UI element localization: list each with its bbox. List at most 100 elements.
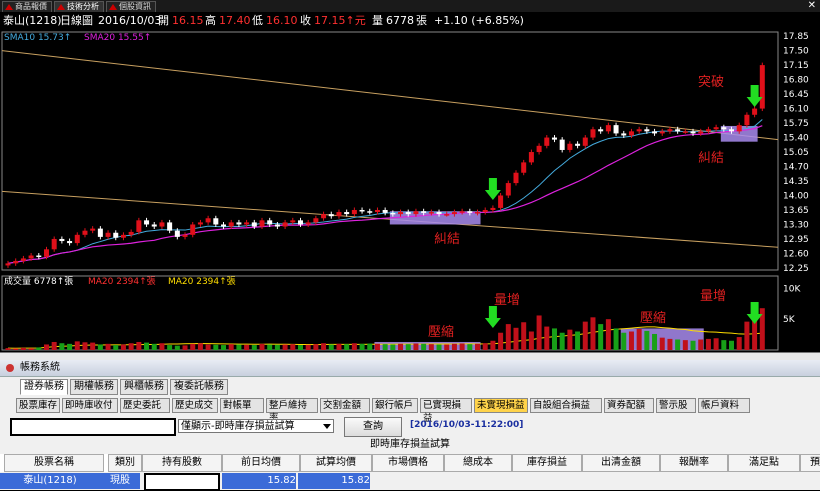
volume-bar	[228, 344, 234, 350]
tab-marker-icon	[109, 4, 117, 10]
column-header-5[interactable]: 市場價格	[372, 454, 444, 472]
query-controls: 僅顯示-即時庫存損益試算 查詢 [2016/10/03-11:22:00]	[0, 416, 820, 438]
candle-body	[36, 255, 42, 258]
view-select[interactable]: 僅顯示-即時庫存損益試算	[178, 419, 334, 433]
tab-fn-8[interactable]: 已實現損益	[420, 398, 472, 424]
close-value: 17.15↑元	[314, 14, 366, 27]
candle-body	[236, 222, 242, 225]
candle-body	[228, 222, 234, 227]
account-function-tabs: 股票庫存即時庫收付歷史委託歷史成交對帳單整戶維持率交割金額銀行帳戶已實現損益未實…	[0, 397, 820, 424]
candle-body	[536, 145, 542, 153]
volume-bar	[521, 322, 527, 350]
volume-bar	[59, 343, 65, 350]
tab-securities[interactable]: 證券帳務	[20, 379, 68, 395]
tab-fn-5[interactable]: 整戶維持率	[266, 398, 318, 424]
query-button[interactable]: 查詢	[344, 417, 402, 437]
price-tick-label: 15.05	[783, 148, 809, 158]
column-header-3[interactable]: 前日均價	[222, 454, 300, 472]
volume-bar	[82, 342, 88, 350]
volume-bar	[105, 343, 111, 350]
volume-bar	[652, 333, 658, 350]
cell-calc-avg: 15.82	[298, 473, 370, 489]
candle-body	[613, 125, 619, 134]
high-label: 高	[205, 14, 216, 27]
candle-body	[67, 241, 73, 244]
column-header-2[interactable]: 持有股數	[142, 454, 222, 472]
column-header-0[interactable]: 股票名稱	[4, 454, 104, 472]
tab-quotes[interactable]: 商品報價	[2, 1, 52, 12]
volume-bar	[36, 347, 42, 350]
column-header-10[interactable]: 滿足點	[728, 454, 800, 472]
tab-fn-7[interactable]: 銀行帳戶	[372, 398, 418, 413]
high-value: 17.40	[219, 14, 251, 27]
candle-body	[74, 234, 80, 244]
tab-futures[interactable]: 期權帳務	[70, 379, 118, 395]
volume-bar	[513, 327, 519, 350]
tab-fn-4[interactable]: 對帳單	[220, 398, 264, 413]
candle-body	[498, 195, 504, 208]
price-pane-frame	[1, 31, 779, 271]
tab-futures-label: 期權帳務	[74, 381, 114, 392]
legend-volume: 成交量 6778↑張	[4, 275, 73, 287]
column-header-7[interactable]: 庫存損益	[512, 454, 582, 472]
volume-bar	[97, 344, 103, 350]
candle-body	[159, 222, 165, 227]
tab-fn-2[interactable]: 歷史委託	[120, 398, 170, 413]
tab-fn-1[interactable]: 即時庫收付	[62, 398, 118, 413]
volume-bar	[490, 340, 496, 350]
candle-body	[282, 222, 288, 227]
tab-fn-0[interactable]: 股票庫存	[16, 398, 60, 413]
candle-body	[5, 263, 11, 266]
close-icon[interactable]: ✕	[808, 0, 816, 11]
tab-stock-info[interactable]: 個股資訊	[106, 1, 156, 12]
tab-fn-3[interactable]: 歷史成交	[172, 398, 218, 413]
volume-bar	[682, 340, 688, 350]
candle-body	[151, 224, 157, 227]
sma10-line	[7, 119, 763, 264]
volume-bar	[713, 338, 719, 350]
column-header-4[interactable]: 試算均價	[300, 454, 372, 472]
candle-body	[274, 224, 280, 227]
volume-bar	[290, 344, 296, 350]
volume-bar	[282, 344, 288, 350]
column-header-9[interactable]: 報酬率	[660, 454, 728, 472]
candle-body	[374, 209, 380, 213]
view-select-value: 僅顯示-即時庫存損益試算	[181, 421, 295, 432]
volume-bar	[221, 345, 227, 350]
annotation-shrink-1: 壓縮	[428, 324, 454, 340]
tab-quotes-label: 商品報價	[15, 2, 47, 11]
volume-bar	[736, 337, 742, 350]
tab-emerging[interactable]: 興櫃帳務	[120, 379, 168, 395]
tab-fn-13[interactable]: 帳戶資料	[698, 398, 750, 413]
table-row[interactable]: 泰山(1218) 現股 15.82 15.82	[0, 473, 820, 491]
tab-fn-6[interactable]: 交割金額	[320, 398, 370, 413]
volume-bar	[705, 338, 711, 350]
column-header-11[interactable]: 預估	[800, 454, 820, 472]
account-input[interactable]	[10, 418, 176, 436]
column-header-8[interactable]: 出清金額	[582, 454, 660, 472]
tab-technical[interactable]: 技術分析	[54, 1, 104, 12]
column-header-1[interactable]: 類別	[108, 454, 142, 472]
price-tick-label: 14.35	[783, 177, 809, 187]
volume-bar	[274, 344, 280, 350]
volume-bar	[598, 324, 604, 350]
legend-sma20: SMA20 15.55↑	[84, 33, 151, 43]
volume-bar	[20, 347, 26, 350]
volume-bar	[729, 340, 735, 350]
volume-bar	[205, 344, 211, 350]
tab-fn-12[interactable]: 警示股	[656, 398, 696, 413]
tab-sub-brokerage-label: 複委託帳務	[174, 381, 224, 392]
tab-fn-11[interactable]: 資券配額	[604, 398, 654, 413]
candle-body	[205, 218, 211, 223]
technical-chart[interactable]: 17.85 17.50 17.15 16.80 16.45 16.10 15.75 15.40…	[0, 30, 820, 352]
tab-fn-9[interactable]: 未實現損益	[474, 398, 528, 413]
change-value: +1.10 (+6.85%)	[434, 14, 524, 27]
tab-fn-10[interactable]: 自設組合損益	[530, 398, 602, 413]
tab-marker-icon	[5, 4, 13, 10]
volume-bar	[174, 345, 180, 350]
price-tick-label: 16.45	[783, 90, 809, 100]
volume-bar	[475, 343, 481, 350]
candle-body	[90, 228, 96, 231]
column-header-6[interactable]: 總成本	[444, 454, 512, 472]
tab-sub-brokerage[interactable]: 複委託帳務	[170, 379, 228, 395]
